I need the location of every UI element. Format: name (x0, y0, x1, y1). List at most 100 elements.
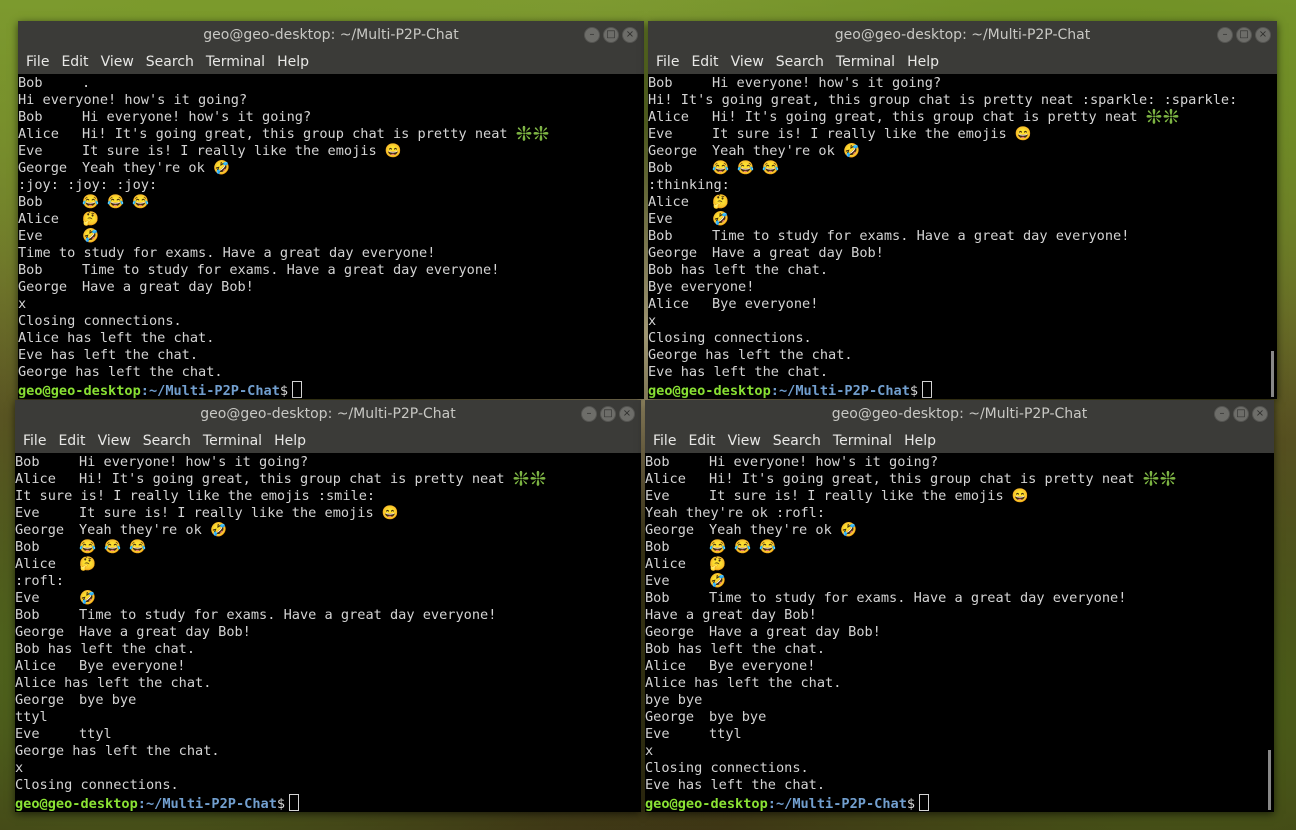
menu-terminal[interactable]: Terminal (831, 433, 894, 449)
minimize-icon[interactable]: – (1217, 27, 1233, 43)
message-text: . (82, 75, 91, 91)
close-icon[interactable]: × (619, 406, 635, 422)
message-text: x (645, 743, 654, 759)
close-icon[interactable]: × (1255, 27, 1271, 43)
sender-name: George (18, 160, 68, 176)
menu-view[interactable]: View (726, 433, 763, 449)
terminal-line: Eve has left the chat. (18, 347, 644, 364)
text-cursor (919, 794, 930, 811)
message-text: It sure is! I really like the emojis 😄 (79, 505, 399, 521)
sender-name: Bob (18, 262, 43, 278)
menu-help[interactable]: Help (272, 433, 308, 449)
terminal-line: George Yeah they're ok 🤣 (18, 160, 644, 177)
menu-help[interactable]: Help (905, 54, 941, 70)
message-text: Closing connections. (645, 760, 809, 776)
prompt-symbol: $ (906, 796, 916, 812)
terminal-line: Alice 🤔 (648, 194, 1277, 211)
message-text: Bob has left the chat. (15, 641, 196, 657)
menu-edit[interactable]: Edit (686, 433, 717, 449)
sender-name: Alice (648, 109, 689, 125)
minimize-icon[interactable]: – (1214, 406, 1230, 422)
shell-prompt[interactable]: geo@geo-desktop:~/Multi-P2P-Chat$ (15, 794, 641, 812)
menu-edit[interactable]: Edit (689, 54, 720, 70)
terminal-line: George has left the chat. (15, 743, 641, 760)
message-text: bye bye (709, 709, 767, 725)
minimize-icon[interactable]: – (584, 27, 600, 43)
terminal-line: Alice 🤔 (18, 211, 644, 228)
message-text: Time to study for exams. Have a great da… (712, 228, 1130, 244)
terminal-line: Closing connections. (648, 330, 1277, 347)
terminal-line: Alice 🤔 (645, 556, 1274, 573)
menu-search[interactable]: Search (141, 433, 193, 449)
shell-prompt[interactable]: geo@geo-desktop:~/Multi-P2P-Chat$ (18, 381, 644, 399)
message-text: George has left the chat. (15, 743, 220, 759)
maximize-icon[interactable]: □ (600, 406, 616, 422)
close-icon[interactable]: × (622, 27, 638, 43)
title-bar[interactable]: geo@geo-desktop: ~/Multi-P2P-Chat – □ × (15, 400, 641, 428)
terminal-line: Eve It sure is! I really like the emojis … (15, 505, 641, 522)
menu-search[interactable]: Search (771, 433, 823, 449)
prompt-user: geo@geo-desktop (15, 796, 138, 812)
minimize-icon[interactable]: – (581, 406, 597, 422)
prompt-symbol: $ (276, 796, 286, 812)
title-bar[interactable]: geo@geo-desktop: ~/Multi-P2P-Chat – □ × (645, 400, 1274, 428)
message-text: 😂 😂 😂 (712, 160, 780, 176)
prompt-symbol: $ (909, 383, 919, 399)
menu-edit[interactable]: Edit (59, 54, 90, 70)
shell-prompt[interactable]: geo@geo-desktop:~/Multi-P2P-Chat$ (645, 794, 1274, 812)
terminal-output[interactable]: Bob. Hi everyone! how's it going? Bob Hi ev… (18, 74, 644, 399)
terminal-line: Bye everyone! (648, 279, 1277, 296)
scrollbar[interactable] (1271, 351, 1274, 397)
menu-file[interactable]: File (651, 433, 678, 449)
sender-name: Alice (645, 556, 686, 572)
message-text: Hi! It's going great, this group chat is… (709, 471, 1177, 487)
shell-prompt[interactable]: geo@geo-desktop:~/Multi-P2P-Chat$ (648, 381, 1277, 399)
scrollbar[interactable] (1268, 750, 1271, 810)
maximize-icon[interactable]: □ (603, 27, 619, 43)
terminal-output[interactable]: Bob Hi everyone! how's it going? Hi! It's … (648, 74, 1277, 399)
terminal-line: George has left the chat. (18, 364, 644, 381)
message-text: x (18, 296, 27, 312)
menu-view[interactable]: View (96, 433, 133, 449)
title-bar[interactable]: geo@geo-desktop: ~/Multi-P2P-Chat – □ × (18, 21, 644, 49)
terminal-window-top-left[interactable]: geo@geo-desktop: ~/Multi-P2P-Chat – □ × … (18, 21, 644, 399)
terminal-window-bottom-left[interactable]: geo@geo-desktop: ~/Multi-P2P-Chat – □ × … (15, 400, 641, 812)
message-text: 🤣 (709, 573, 726, 589)
terminal-line: Alice has left the chat. (645, 675, 1274, 692)
terminal-window-bottom-right[interactable]: geo@geo-desktop: ~/Multi-P2P-Chat – □ × … (645, 400, 1274, 812)
message-text: Have a great day Bob! (82, 279, 254, 295)
menu-search[interactable]: Search (774, 54, 826, 70)
title-bar[interactable]: geo@geo-desktop: ~/Multi-P2P-Chat – □ × (648, 21, 1277, 49)
sender-name: Alice (645, 471, 686, 487)
terminal-line: Bob 😂 😂 😂 (648, 160, 1277, 177)
maximize-icon[interactable]: □ (1236, 27, 1252, 43)
message-text: Hi everyone! how's it going? (709, 454, 939, 470)
terminal-window-top-right[interactable]: geo@geo-desktop: ~/Multi-P2P-Chat – □ × … (648, 21, 1277, 399)
message-text: It sure is! I really like the emojis 😄 (709, 488, 1029, 504)
terminal-output[interactable]: Bob Hi everyone! how's it going? Alice Hi! … (15, 453, 641, 812)
menu-terminal[interactable]: Terminal (834, 54, 897, 70)
terminal-output[interactable]: Bob Hi everyone! how's it going? Alice Hi! … (645, 453, 1274, 812)
menu-search[interactable]: Search (144, 54, 196, 70)
message-text: Closing connections. (648, 330, 812, 346)
terminal-line: Eve It sure is! I really like the emojis … (648, 126, 1277, 143)
maximize-icon[interactable]: □ (1233, 406, 1249, 422)
menu-file[interactable]: File (21, 433, 48, 449)
menu-view[interactable]: View (99, 54, 136, 70)
terminal-line: It sure is! I really like the emojis :sm… (15, 488, 641, 505)
terminal-line: Bob Hi everyone! how's it going? (645, 454, 1274, 471)
close-icon[interactable]: × (1252, 406, 1268, 422)
menu-help[interactable]: Help (275, 54, 311, 70)
menu-file[interactable]: File (654, 54, 681, 70)
message-text: 🤣 (79, 590, 96, 606)
window-title: geo@geo-desktop: ~/Multi-P2P-Chat (203, 27, 459, 43)
message-text: Alice has left the chat. (15, 675, 212, 691)
menu-file[interactable]: File (24, 54, 51, 70)
menu-help[interactable]: Help (902, 433, 938, 449)
menu-terminal[interactable]: Terminal (204, 54, 267, 70)
sender-name: George (648, 245, 698, 261)
sender-name: George (645, 709, 695, 725)
menu-edit[interactable]: Edit (56, 433, 87, 449)
menu-terminal[interactable]: Terminal (201, 433, 264, 449)
menu-view[interactable]: View (729, 54, 766, 70)
